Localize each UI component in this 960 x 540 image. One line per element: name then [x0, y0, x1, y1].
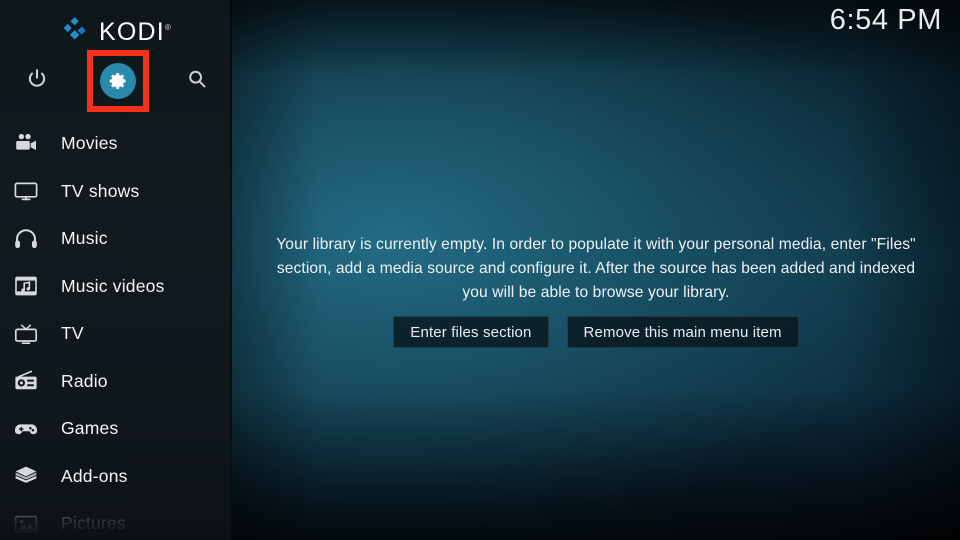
- sidebar-item-pictures[interactable]: Pictures: [0, 500, 232, 540]
- picture-frame-icon: [10, 508, 42, 540]
- movie-camera-icon: [10, 128, 42, 160]
- search-icon: [185, 67, 209, 96]
- sidebar-item-music-videos[interactable]: Music videos: [0, 263, 232, 311]
- app-logo: KODI®: [0, 10, 232, 52]
- empty-library-message: Your library is currently empty. In orde…: [276, 236, 916, 301]
- settings-button[interactable]: [93, 56, 143, 106]
- package-box-icon: [10, 460, 42, 492]
- sidebar-item-label: Add-ons: [61, 465, 128, 486]
- sidebar-item-label: Music: [61, 228, 108, 249]
- kodi-logo-icon: [60, 16, 90, 46]
- sidebar-item-games[interactable]: Games: [0, 405, 232, 453]
- main-menu: Movies TV shows Music Music videos TV Ra…: [0, 120, 232, 540]
- kodi-home-screen: KODI® Movies TV shows Music Music videos…: [0, 0, 960, 540]
- sidebar-item-label: Pictures: [61, 513, 126, 534]
- film-music-icon: [10, 270, 42, 302]
- radio-icon: [10, 365, 42, 397]
- sidebar-item-radio[interactable]: Radio: [0, 358, 232, 406]
- sidebar-item-movies[interactable]: Movies: [0, 120, 232, 168]
- sidebar-item-label: Games: [61, 418, 119, 439]
- main-content: Your library is currently empty. In orde…: [232, 0, 960, 540]
- settings-gear-icon: [100, 63, 136, 99]
- enter-files-section-button[interactable]: Enter files section: [393, 316, 549, 348]
- sidebar: KODI® Movies TV shows Music Music videos…: [0, 0, 232, 540]
- power-icon: [25, 67, 49, 96]
- sidebar-item-label: Radio: [61, 370, 108, 391]
- sidebar-item-label: TV: [61, 323, 84, 344]
- sidebar-icon-row: [0, 56, 232, 106]
- search-button[interactable]: [172, 56, 222, 106]
- sidebar-item-music[interactable]: Music: [0, 215, 232, 263]
- app-logo-text: KODI®: [98, 17, 173, 46]
- television-icon: [10, 175, 42, 207]
- remove-main-menu-item-button[interactable]: Remove this main menu item: [566, 316, 799, 348]
- headphones-icon: [10, 223, 42, 255]
- sidebar-item-label: Movies: [61, 133, 118, 154]
- sidebar-item-tv-shows[interactable]: TV shows: [0, 168, 232, 216]
- tv-antenna-icon: [10, 318, 42, 350]
- sidebar-item-label: TV shows: [61, 180, 140, 201]
- power-button[interactable]: [12, 56, 62, 106]
- action-button-row: Enter files section Remove this main men…: [232, 316, 960, 348]
- sidebar-item-label: Music videos: [61, 275, 165, 296]
- gamepad-icon: [10, 413, 42, 445]
- sidebar-item-add-ons[interactable]: Add-ons: [0, 453, 232, 501]
- sidebar-item-tv[interactable]: TV: [0, 310, 232, 358]
